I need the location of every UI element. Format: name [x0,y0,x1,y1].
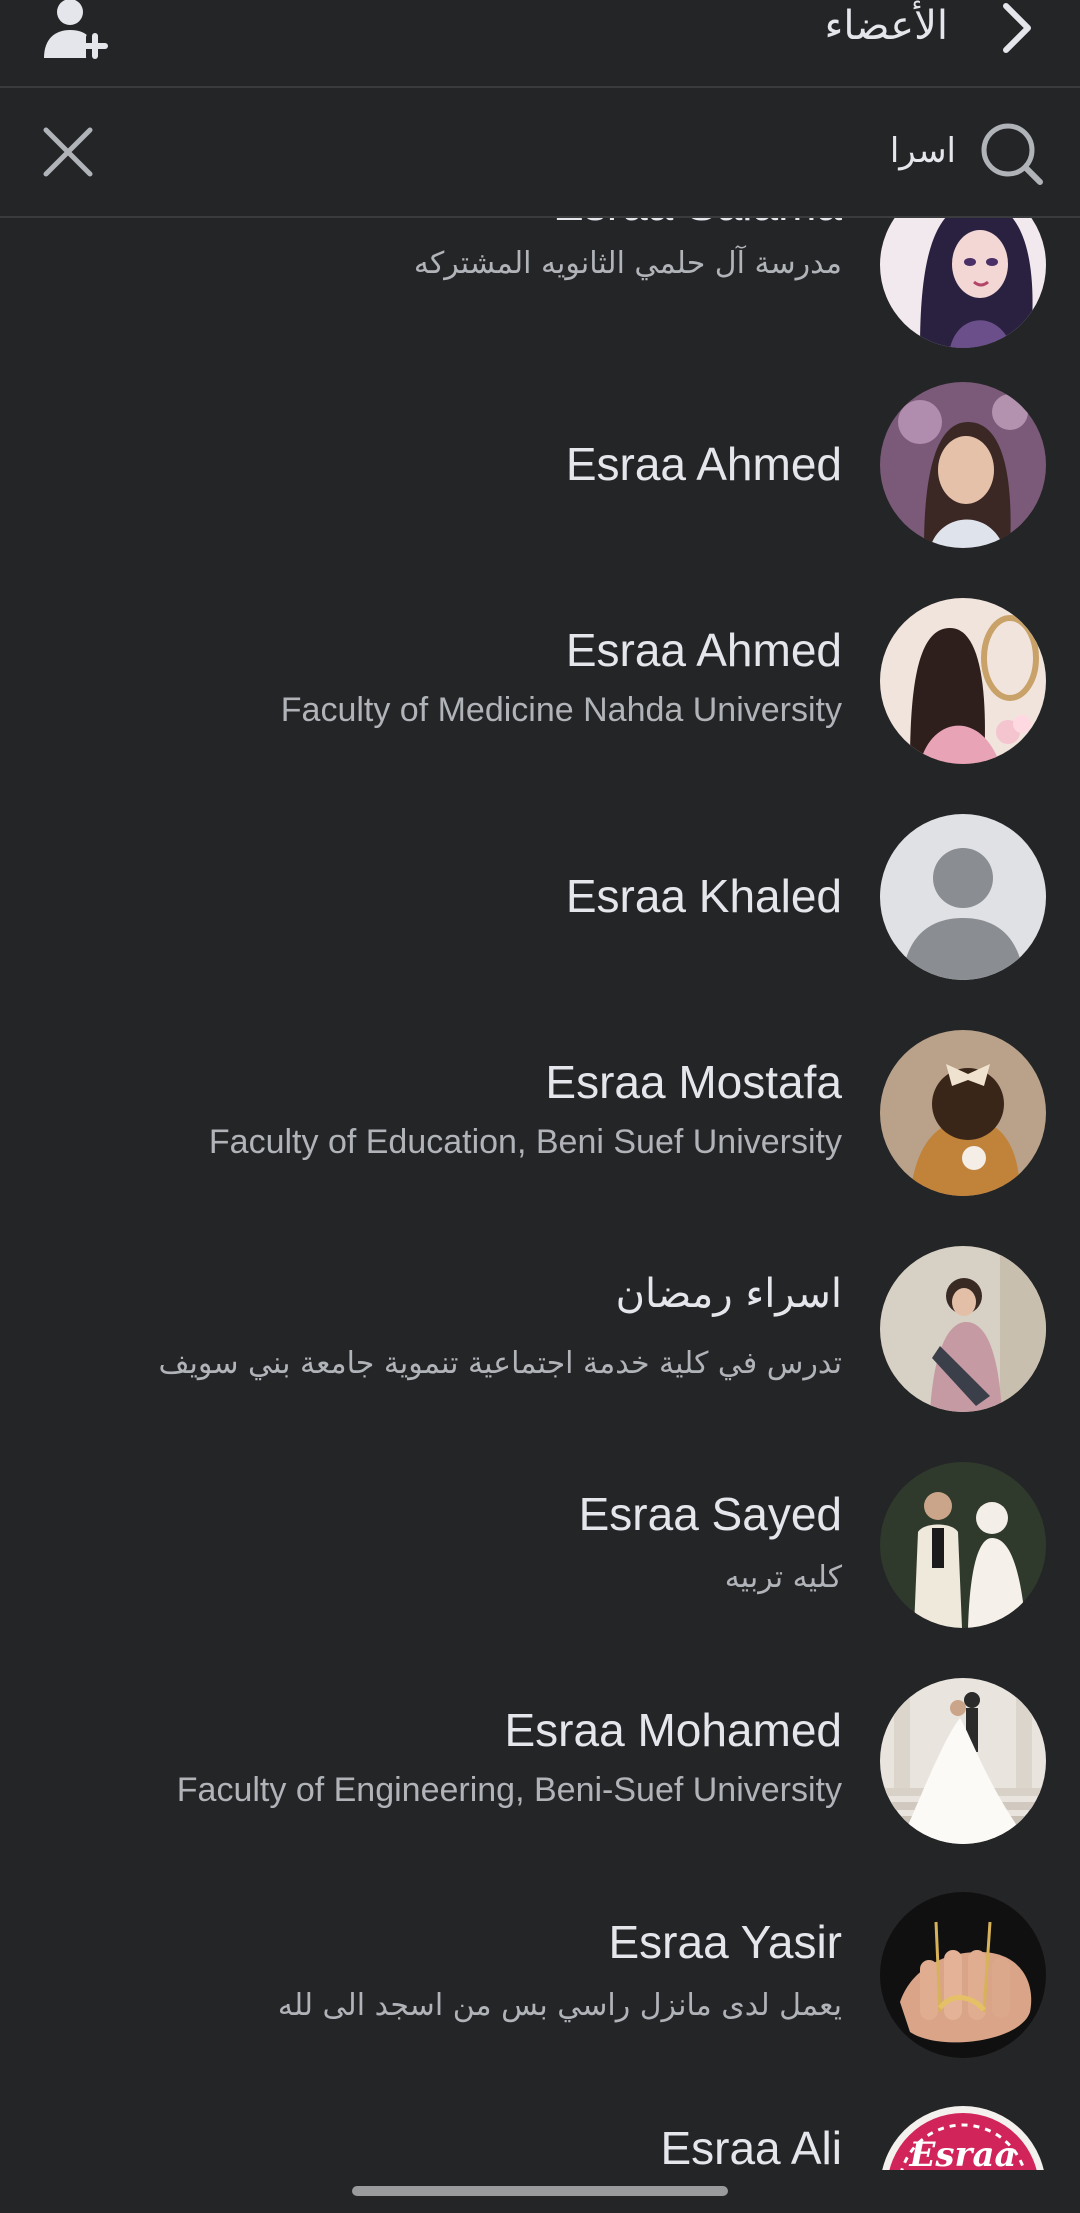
avatar-child-with-bow [880,1030,1046,1196]
avatar-bride-on-stairs [880,1678,1046,1844]
search-icon [981,123,1043,185]
list-item[interactable]: Esraa Sayed كليه تربيه [0,1462,1080,1662]
chevron-right-icon [1003,3,1031,53]
member-name: Esraa Ahmed [565,624,842,676]
avatar-cartoon-girl [880,218,1046,348]
default-profile-icon [880,814,1046,980]
member-name: Esraa Khaled [565,870,842,922]
back-button[interactable] [996,2,1036,58]
avatar-hand-with-name-necklace [880,1892,1046,2058]
close-icon [43,127,93,177]
member-subtitle: كليه تربيه [724,1560,842,1595]
list-item[interactable]: Esraa Mostafa Faculty of Education, Beni… [0,1030,1080,1230]
avatar [880,1678,1046,1844]
avatar-girl-with-bouquet [880,1246,1046,1412]
member-subtitle: Faculty of Education, Beni Suef Universi… [208,1123,842,1161]
list-item[interactable]: Esraa Esraa Ali [0,2106,1080,2170]
avatar [880,1462,1046,1628]
member-name: Esraa Sayed [578,1488,842,1540]
member-name: Esraa Yasir [608,1916,842,1968]
search-button[interactable] [976,118,1046,188]
member-subtitle: Faculty of Engineering, Beni-Suef Univer… [176,1771,842,1809]
home-indicator[interactable] [352,2186,728,2196]
list-item[interactable]: Esraa Ahmed [0,382,1080,582]
list-item[interactable]: اسراء رمضان تدرس في كلية خدمة اجتماعية ت… [0,1246,1080,1446]
avatar [880,598,1046,764]
svg-text:Esraa: Esraa [908,2135,1016,2170]
member-name: Esraa Mostafa [545,1056,842,1108]
list-item[interactable]: Esraa Khaled [0,814,1080,1014]
list-item[interactable]: Esraa Ahmed Faculty of Medicine Nahda Un… [0,598,1080,798]
avatar-wedding-couple [880,1462,1046,1628]
list-item[interactable]: Esraa Yasir يعمل لدى مانزل راسي بس من اس… [0,1892,1080,2092]
search-bar: اسرا [0,88,1080,218]
add-member-button[interactable] [40,0,112,64]
member-subtitle: يعمل لدى مانزل راسي بس من اسجد الى لله [277,1988,842,2023]
top-bar: الأعضاء [0,0,1080,88]
search-input[interactable]: اسرا [890,126,956,176]
member-name: Esraa Ali [660,2122,842,2170]
list-item[interactable]: Esraa Salama مدرسة آل حلمي الثانويه المش… [0,218,1080,362]
member-name: Esraa Mohamed [504,1704,843,1756]
list-item[interactable]: Esraa Mohamed Faculty of Engineering, Be… [0,1678,1080,1878]
member-name: اسراء رمضان [615,1271,842,1317]
avatar [880,1030,1046,1196]
member-subtitle: تدرس في كلية خدمة اجتماعية تنموية جامعة … [158,1346,842,1381]
avatar: Esraa [880,2106,1046,2170]
member-name: Esraa Salama [553,218,842,232]
member-name: Esraa Ahmed [565,438,842,490]
page-title: الأعضاء [824,3,948,49]
clear-search-button[interactable] [40,124,96,180]
avatar-woman-portrait [880,382,1046,548]
avatar [880,1892,1046,2058]
avatar [880,218,1046,348]
member-list: Esraa Salama مدرسة آل حلمي الثانويه المش… [0,218,1080,2170]
avatar [880,382,1046,548]
avatar-esraa-logo: Esraa [880,2106,1046,2170]
member-subtitle: Faculty of Medicine Nahda University [280,691,842,729]
avatar [880,1246,1046,1412]
avatar [880,814,1046,980]
person-add-icon [44,0,108,60]
member-subtitle: مدرسة آل حلمي الثانويه المشتركه [413,246,842,281]
avatar-woman-pink-dress [880,598,1046,764]
